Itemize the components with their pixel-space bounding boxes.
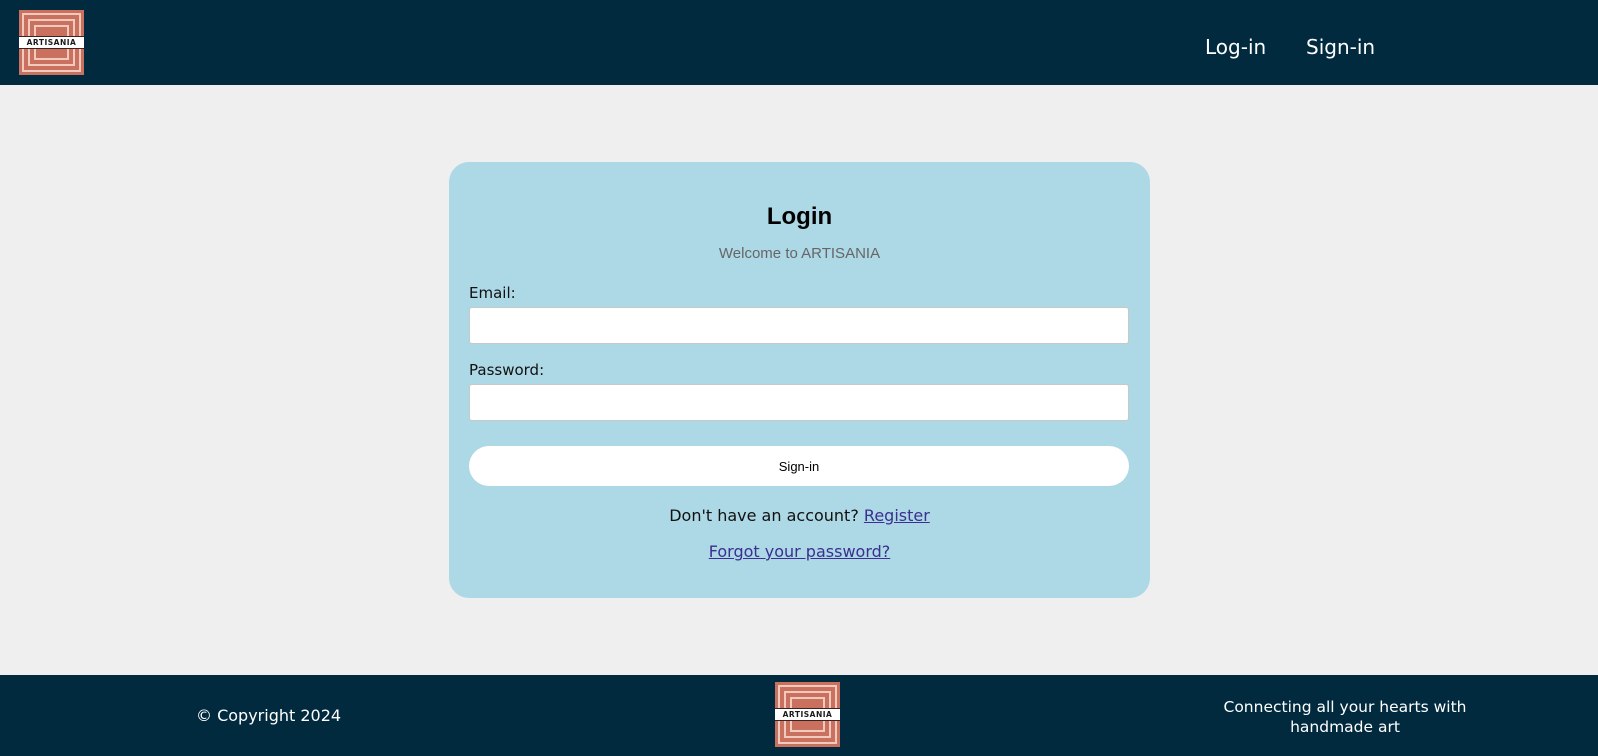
nav-login-link[interactable]: Log-in: [1205, 35, 1266, 59]
logo-wordmark: ARTISANIA: [26, 38, 77, 47]
email-input[interactable]: [469, 307, 1129, 344]
register-prompt: Don't have an account?: [669, 506, 859, 525]
email-label: Email:: [469, 284, 516, 302]
nav-signin-link[interactable]: Sign-in: [1306, 35, 1375, 59]
top-navbar: ARTISANIA Log-in Sign-in: [0, 0, 1598, 85]
artisania-logo[interactable]: ARTISANIA: [19, 10, 84, 75]
login-subtitle: Welcome to ARTISANIA: [718, 245, 881, 262]
password-input[interactable]: [469, 384, 1129, 421]
login-title: Login: [766, 203, 833, 230]
forgot-line: Forgot your password?: [449, 542, 1150, 561]
logo-wordmark: ARTISANIA: [782, 710, 833, 719]
password-label: Password:: [469, 361, 545, 379]
footer: © Copyright 2024 ARTISANIA Connecting al…: [0, 675, 1598, 756]
login-card: Login Welcome to ARTISANIA Email: Passwo…: [449, 162, 1150, 598]
footer-logo: ARTISANIA: [775, 682, 840, 747]
register-line: Don't have an account? Register: [449, 506, 1150, 525]
forgot-password-link[interactable]: Forgot your password?: [709, 542, 891, 561]
register-link[interactable]: Register: [864, 506, 930, 525]
copyright-text: © Copyright 2024: [196, 706, 342, 725]
sign-in-button[interactable]: Sign-in: [469, 446, 1129, 486]
footer-tagline: Connecting all your hearts with handmade…: [1223, 698, 1467, 736]
